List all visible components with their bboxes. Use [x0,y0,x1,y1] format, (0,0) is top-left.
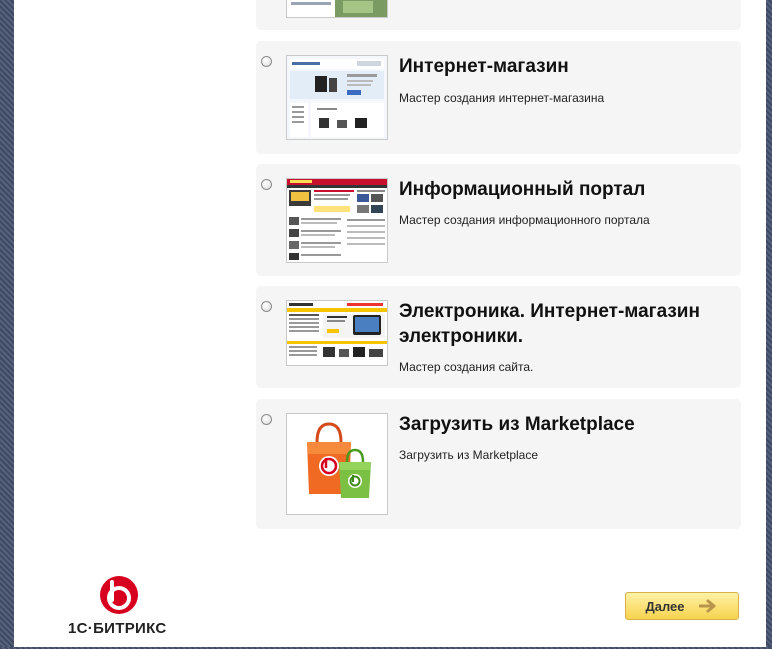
bitrix-logo: 1С·БИТРИКС [54,574,174,644]
logo-text: 1С·БИТРИКС [68,620,167,637]
template-radio[interactable] [261,56,272,67]
template-description: Загрузить из Marketplace [399,448,539,462]
arrow-right-icon [698,599,716,613]
wizard-panel: Интернет-магазин Мастер создания интерне… [14,0,766,647]
template-card-marketplace[interactable]: Загрузить из Marketplace Загрузить из Ma… [256,399,741,529]
template-title: Интернет-магазин [399,56,569,77]
template-description: Мастер создания сайта. [399,360,534,374]
template-card-electronics[interactable]: Электроника. Интернет-магазин электроник… [256,286,741,388]
template-radio[interactable] [261,301,272,312]
next-button-label: Далее [645,598,685,614]
eshop-thumbnail [286,55,388,140]
marketplace-thumbnail [286,413,388,515]
template-card-partial[interactable] [256,0,741,30]
template-title: Электроника. Интернет-магазин электроник… [399,301,700,347]
template-card-eshop[interactable]: Интернет-магазин Мастер создания интерне… [256,41,741,154]
template-title: Информационный портал [399,179,646,200]
template-card-portal[interactable]: Информационный портал Мастер создания ин… [256,164,741,276]
shopping-bags-icon [287,414,387,514]
next-button[interactable]: Далее [625,592,739,620]
template-description: Мастер создания интернет-магазина [399,91,605,105]
template-title: Загрузить из Marketplace [399,414,635,435]
electronics-thumbnail [286,300,388,366]
template-thumbnail [286,0,388,18]
portal-thumbnail [286,178,388,263]
template-radio[interactable] [261,179,272,190]
template-radio[interactable] [261,414,272,425]
template-description: Мастер создания информационного портала [399,213,650,227]
